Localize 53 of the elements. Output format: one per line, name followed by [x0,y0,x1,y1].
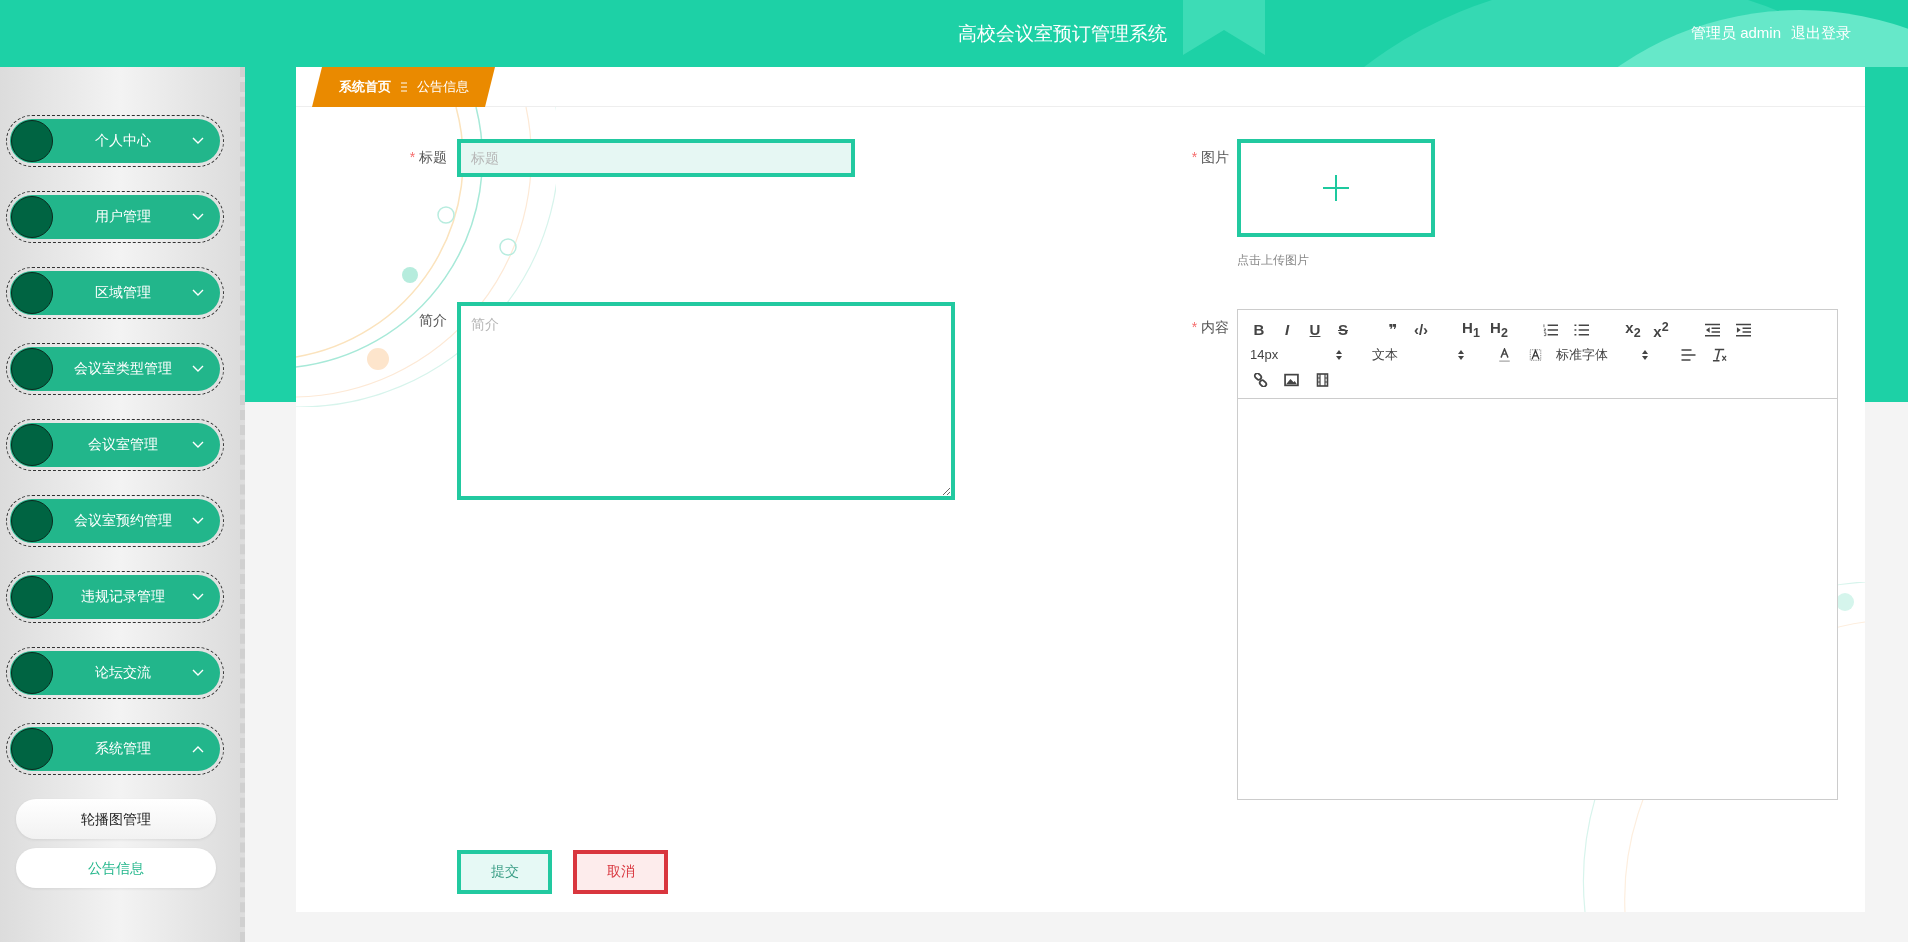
title-input[interactable]: 标题 [457,139,855,177]
upload-hint: 点击上传图片 [1237,252,1310,269]
format-button[interactable]: ‹/› [1412,321,1430,338]
format-button[interactable]: H$_{2}$ [1490,319,1508,340]
toolbar-select[interactable]: 标准字体 [1556,345,1648,364]
format-button[interactable]: U [1306,321,1324,338]
text-color-icon[interactable] [1497,347,1512,362]
sort-arrows-icon [1642,349,1648,360]
format-button[interactable]: x$_{2}$ [1624,319,1642,340]
required-mark: * [409,149,416,165]
format-button[interactable]: x$^{2}$ [1652,319,1670,340]
format-button[interactable]: S [1334,321,1352,338]
chevron-icon [192,289,204,297]
field-label: 标题 [419,149,447,165]
format-button[interactable]: H$_{1}$ [1462,319,1480,340]
summary-textarea[interactable]: 简介 [457,302,955,500]
format-button[interactable]: ❞ [1384,320,1402,339]
link-icon[interactable] [1253,372,1268,387]
chevron-icon [192,745,204,753]
image-icon[interactable] [1284,372,1299,387]
user-name: 管理员 admin [1690,24,1781,43]
sort-arrows-icon [1458,349,1464,360]
breadcrumb-current: 公告信息 [416,78,469,96]
clear-format-icon[interactable] [1712,347,1727,362]
required-mark: * [1191,319,1198,335]
field-label: 内容 [1201,319,1229,335]
cancel-button[interactable]: 取消 [573,850,668,894]
highlight-icon[interactable] [1528,347,1543,362]
format-button[interactable]: B [1250,321,1268,338]
outdent-icon[interactable] [1705,322,1720,337]
field-label: 图片 [1201,149,1229,165]
align-icon[interactable] [1681,347,1696,362]
film-icon[interactable] [1315,372,1330,387]
sort-arrows-icon [1336,349,1342,360]
chevron-icon [192,593,204,601]
chevron-icon [192,517,204,525]
chevron-icon [192,213,204,221]
required-mark: * [1191,149,1198,165]
toolbar-select[interactable]: 14px [1250,347,1342,362]
chevron-icon [192,441,204,449]
separator-icon [400,82,407,92]
format-button[interactable]: I [1278,321,1296,338]
field-label: 简介 [419,312,447,328]
chevron-icon [192,669,204,677]
submenu-item[interactable]: 轮播图管理 [16,799,216,839]
indent-icon[interactable] [1736,322,1751,337]
bullet-list-icon[interactable] [1574,322,1589,337]
chevron-icon [192,137,204,145]
app-title: 高校会议室预订管理系统 [958,21,1167,46]
chevron-icon [192,365,204,373]
numbered-list-icon[interactable] [1543,322,1558,337]
toolbar-select[interactable]: 文本 [1372,345,1464,364]
plus-icon [1323,175,1349,201]
